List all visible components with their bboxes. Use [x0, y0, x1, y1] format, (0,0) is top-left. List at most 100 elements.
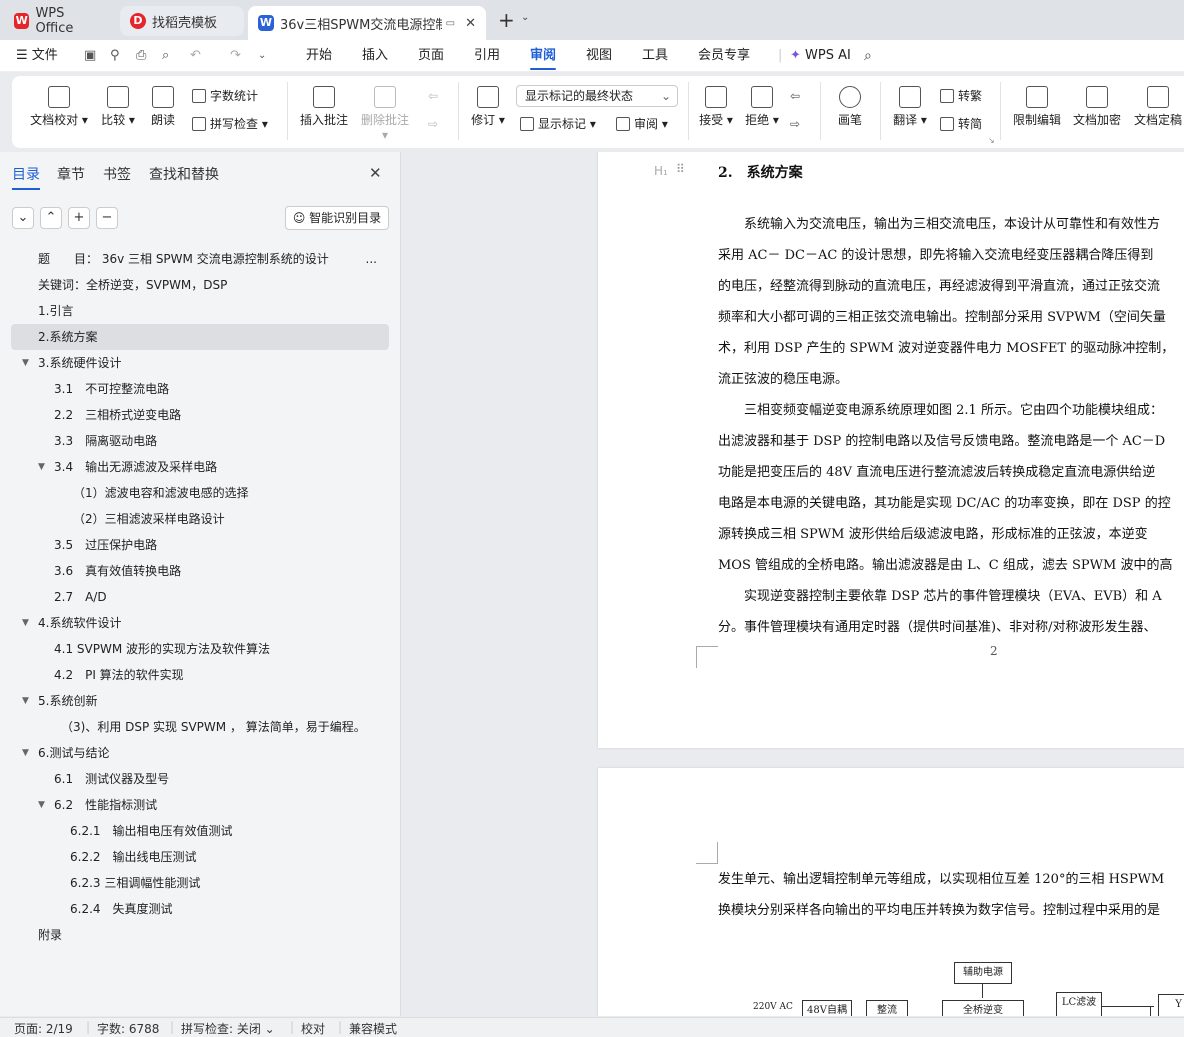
reject-button[interactable]: 拒绝 ▾: [744, 86, 780, 128]
menu-view[interactable]: 视图: [586, 40, 612, 72]
toc-item[interactable]: 3.3 隔离驱动电路: [11, 428, 389, 454]
expand-triangle-icon[interactable]: ▼: [22, 610, 29, 636]
collapse-up-icon[interactable]: ⌃: [40, 207, 62, 229]
toc-item[interactable]: 6.2.3 三相调幅性能测试: [11, 870, 389, 896]
word-count-button[interactable]: 字数统计: [192, 86, 258, 106]
drag-handle-icon[interactable]: ⠿: [676, 162, 685, 176]
delete-comment-button[interactable]: 删除批注 ▾: [358, 86, 412, 142]
prev-comment-icon[interactable]: ⇦: [428, 86, 438, 106]
menu-references[interactable]: 引用: [474, 40, 500, 72]
share-icon[interactable]: ⚲: [110, 40, 120, 72]
toc-item[interactable]: 附录: [11, 922, 389, 948]
brush-button[interactable]: 画笔: [834, 86, 866, 128]
proofread-status[interactable]: 校对: [301, 1020, 325, 1037]
close-sidebar-icon[interactable]: ✕: [369, 164, 382, 182]
toc-item[interactable]: 4.1 SVPWM 波形的实现方法及软件算法: [11, 636, 389, 662]
restrict-edit-button[interactable]: 限制编辑: [1012, 86, 1062, 128]
toc-item[interactable]: 6.1 测试仪器及型号: [11, 766, 389, 792]
toc-item[interactable]: ▼ 5.系统创新: [11, 688, 389, 714]
toc-item[interactable]: 6.2.1 输出相电压有效值测试: [11, 818, 389, 844]
toc-item[interactable]: ▼ 6.2 性能指标测试: [11, 792, 389, 818]
spell-check-status[interactable]: 拼写检查: 关闭 ⌄: [181, 1020, 275, 1037]
to-traditional-button[interactable]: 转繁: [940, 86, 982, 106]
print-icon[interactable]: ⎙: [136, 40, 146, 72]
more-options-icon[interactable]: ...: [366, 246, 377, 272]
finalize-button[interactable]: 文档定稿: [1132, 86, 1184, 128]
menu-home[interactable]: 开始: [306, 40, 332, 72]
compare-button[interactable]: 比较 ▾: [98, 86, 138, 128]
toc-item[interactable]: （3)、利用 DSP 实现 SVPWM ， 算法简单，易于编程。: [11, 714, 389, 740]
toc-item[interactable]: 3.6 真有效值转换电路: [11, 558, 389, 584]
toc-item[interactable]: 题 目： 36v 三相 SPWM 交流电源控制系统的设计...: [11, 246, 389, 272]
to-simplified-button[interactable]: 转简: [940, 114, 982, 134]
tab-wps-office[interactable]: W WPS Office: [4, 6, 114, 36]
heading-marker-icon[interactable]: H₁: [654, 164, 668, 178]
tab-list-chevron-icon[interactable]: ⌄: [521, 12, 529, 23]
tab-docer-templates[interactable]: D 找稻壳模板: [120, 6, 244, 36]
toc-item[interactable]: 2.7 A/D: [11, 584, 389, 610]
review-pane-button[interactable]: 审阅 ▾: [616, 114, 668, 134]
next-change-icon[interactable]: ⇨: [790, 114, 800, 134]
insert-comment-button[interactable]: 插入批注: [298, 86, 350, 128]
toc-item[interactable]: 6.2.2 输出线电压测试: [11, 844, 389, 870]
remove-heading-icon[interactable]: −: [96, 207, 118, 229]
expand-triangle-icon[interactable]: ▼: [22, 350, 29, 376]
toc-item[interactable]: ▼ 3.系统硬件设计: [11, 350, 389, 376]
sidebar-tab-chapters[interactable]: 章节: [57, 164, 85, 184]
file-menu[interactable]: ☰ 文件: [16, 40, 58, 72]
toc-item[interactable]: ▼ 3.4 输出无源滤波及采样电路: [11, 454, 389, 480]
markup-state-select[interactable]: 显示标记的最终状态 ⌄: [516, 85, 678, 107]
show-markup-button[interactable]: 显示标记 ▾: [520, 114, 596, 134]
smart-toc-button[interactable]: ☺ 智能识别目录: [285, 206, 389, 230]
expand-triangle-icon[interactable]: ▼: [38, 454, 45, 480]
close-tab-icon[interactable]: ✕: [465, 16, 476, 31]
doc-check-button[interactable]: 文档校对 ▾: [28, 86, 90, 128]
revise-button[interactable]: 修订 ▾: [468, 86, 508, 128]
toc-item[interactable]: （1）滤波电容和滤波电感的选择: [11, 480, 389, 506]
expand-triangle-icon[interactable]: ▼: [22, 740, 29, 766]
toc-item[interactable]: 4.2 PI 算法的软件实现: [11, 662, 389, 688]
menu-member[interactable]: 会员专享: [698, 40, 750, 72]
menu-page[interactable]: 页面: [418, 40, 444, 72]
next-comment-icon[interactable]: ⇨: [428, 114, 438, 134]
spell-check-button[interactable]: 拼写检查 ▾: [192, 114, 268, 134]
menu-tools[interactable]: 工具: [642, 40, 668, 72]
add-heading-icon[interactable]: +: [68, 207, 90, 229]
undo-icon[interactable]: ↶: [190, 40, 201, 72]
word-count[interactable]: 字数: 6788: [97, 1020, 159, 1037]
expand-triangle-icon[interactable]: ▼: [38, 792, 45, 818]
search-icon[interactable]: ⌕: [864, 40, 872, 72]
toc-item[interactable]: 6.2.4 失真度测试: [11, 896, 389, 922]
toc-item[interactable]: 3.5 过压保护电路: [11, 532, 389, 558]
more-chevron-icon[interactable]: ⌄: [258, 40, 266, 72]
sidebar-tab-bookmarks[interactable]: 书签: [103, 164, 131, 184]
save-icon[interactable]: ▣: [84, 40, 96, 72]
translate-button[interactable]: 翻译 ▾: [892, 86, 928, 128]
toc-item[interactable]: 2.2 三相桥式逆变电路: [11, 402, 389, 428]
wps-ai-button[interactable]: ✦ WPS AI: [790, 40, 851, 72]
tab-current-document[interactable]: W 36v三相SPWM交流电源控制 ▭ ✕: [248, 6, 486, 40]
monitor-icon[interactable]: ▭: [446, 18, 455, 29]
toc-item[interactable]: 3.1 不可控整流电路: [11, 376, 389, 402]
toc-item[interactable]: 2.系统方案: [11, 324, 389, 350]
toc-item[interactable]: 1.引言: [11, 298, 389, 324]
prev-change-icon[interactable]: ⇦: [790, 86, 800, 106]
menu-review[interactable]: 审阅: [530, 40, 557, 72]
collapse-down-icon[interactable]: ⌄: [12, 207, 34, 229]
expand-group-icon[interactable]: ↘: [988, 136, 995, 145]
sidebar-tab-toc[interactable]: 目录: [12, 164, 40, 190]
read-aloud-button[interactable]: 朗读: [148, 86, 178, 128]
page-indicator[interactable]: 页面: 2/19: [14, 1020, 73, 1037]
toc-item[interactable]: （2）三相滤波采样电路设计: [11, 506, 389, 532]
toc-item[interactable]: ▼ 6.测试与结论: [11, 740, 389, 766]
print-preview-icon[interactable]: ⌕: [162, 40, 169, 72]
toc-item[interactable]: 关键词：全桥逆变，SVPWM，DSP: [11, 272, 389, 298]
menu-insert[interactable]: 插入: [362, 40, 388, 72]
accept-button[interactable]: 接受 ▾: [698, 86, 734, 128]
sidebar-tab-find-replace[interactable]: 查找和替换: [149, 164, 219, 184]
redo-icon[interactable]: ↷: [230, 40, 241, 72]
toc-item[interactable]: ▼ 4.系统软件设计: [11, 610, 389, 636]
new-tab-plus-icon[interactable]: +: [498, 8, 515, 32]
expand-triangle-icon[interactable]: ▼: [22, 688, 29, 714]
encrypt-button[interactable]: 文档加密: [1072, 86, 1122, 128]
